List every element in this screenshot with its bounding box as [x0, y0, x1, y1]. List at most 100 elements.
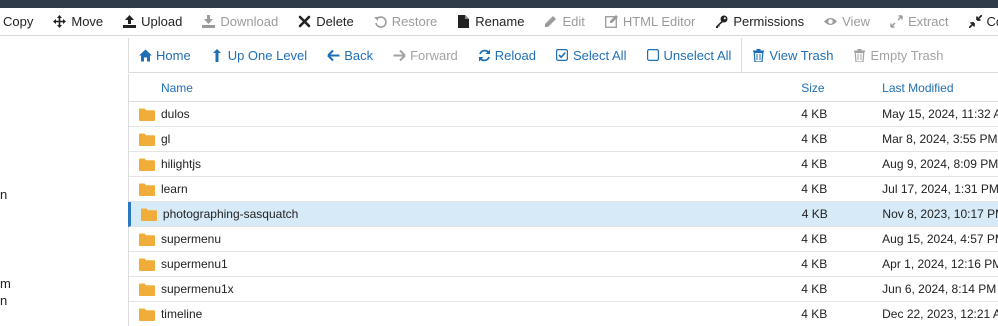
file-size-cell: 4 KB	[801, 207, 828, 221]
last-modified-cell: Apr 1, 2024, 12:16 PM	[882, 257, 998, 271]
permissions-label: Permissions	[733, 14, 805, 29]
tree-item-fragment[interactable]: m	[0, 276, 11, 291]
empty-trash-button[interactable]: Empty Trash	[843, 38, 953, 73]
view-button[interactable]: View	[814, 8, 880, 36]
home-label: Home	[156, 47, 191, 63]
reload-label: Reload	[494, 47, 536, 63]
table-body: dulos4 KBMay 15, 2024, 11:32 AMgl4 KBMar…	[128, 102, 998, 326]
select-all-button[interactable]: Select All	[546, 38, 636, 73]
table-header: Name Size Last Modified	[129, 74, 998, 102]
forward-label: Forward	[410, 47, 458, 63]
up-one-level-button[interactable]: Up One Level	[201, 38, 318, 73]
file-name-cell[interactable]: gl	[161, 132, 801, 146]
table-row[interactable]: timeline4 KB Dec 22, 2023, 12:21 AM	[129, 302, 998, 326]
upload-label: Upload	[141, 14, 183, 29]
checkbox-checked-icon	[556, 49, 569, 62]
file-name-cell[interactable]: learn	[161, 182, 801, 196]
move-button[interactable]: Move	[43, 8, 113, 36]
tree-item-fragment[interactable]: n	[0, 187, 7, 202]
navigation-bar: Home Up One Level Back Forward Reload Se…	[128, 37, 998, 73]
view-trash-label: View Trash	[769, 47, 834, 63]
compress-button[interactable]: Compress	[959, 8, 998, 36]
table-row[interactable]: learn 4 KB Jul 17, 2024, 1:31 PM	[129, 177, 998, 202]
delete-label: Delete	[316, 14, 354, 29]
last-modified-cell: Mar 8, 2024, 3:55 PM	[882, 132, 998, 146]
home-button[interactable]: Home	[129, 38, 201, 73]
edit-icon	[544, 15, 557, 28]
level-up-icon	[211, 48, 224, 62]
tree-item-fragment[interactable]: n	[0, 293, 7, 308]
file-manager-toolbar: Copy Move Upload Download Delete Restore	[0, 8, 998, 36]
folder-icon	[129, 108, 161, 121]
file-name-cell[interactable]: hilightjs	[161, 157, 801, 171]
html-editor-button[interactable]: HTML Editor	[595, 8, 705, 36]
table-row[interactable]: gl 4 KB Mar 8, 2024, 3:55 PM	[129, 127, 998, 152]
directory-tree-panel: n m n	[0, 37, 127, 326]
download-button[interactable]: Download	[192, 8, 288, 36]
last-modified-cell: Dec 22, 2023, 12:21 AM	[882, 307, 998, 321]
column-header-last-modified[interactable]: Last Modified	[882, 81, 998, 95]
folder-icon	[131, 208, 163, 221]
delete-button[interactable]: Delete	[288, 8, 364, 36]
file-size-cell: 4 KB	[801, 107, 828, 121]
rename-button[interactable]: Rename	[447, 8, 534, 36]
copy-label: Copy	[3, 14, 34, 29]
back-label: Back	[344, 47, 374, 63]
view-trash-button[interactable]: View Trash	[742, 38, 843, 73]
file-size-cell: 4 KB	[801, 132, 828, 146]
extract-label: Extract	[908, 14, 949, 29]
file-name-cell[interactable]: dulos	[161, 107, 801, 121]
folder-icon	[129, 258, 161, 271]
move-label: Move	[71, 14, 104, 29]
compress-label: Compress	[986, 14, 998, 29]
folder-icon	[129, 233, 161, 246]
forward-button[interactable]: Forward	[383, 38, 468, 73]
reload-button[interactable]: Reload	[468, 38, 546, 73]
copy-button[interactable]: Copy	[0, 8, 43, 36]
last-modified-cell: Aug 15, 2024, 4:57 PM	[882, 232, 998, 246]
upload-icon	[123, 15, 137, 28]
table-row[interactable]: supermenu1 4 KB Apr 1, 2024, 12:16 PM	[129, 252, 998, 277]
table-row[interactable]: supermenu 4 KB Aug 15, 2024, 4:57 PM	[129, 227, 998, 252]
empty-trash-label: Empty Trash	[870, 47, 944, 63]
back-button[interactable]: Back	[317, 38, 383, 73]
last-modified-cell: Nov 8, 2023, 10:17 PM	[882, 207, 998, 221]
file-name-cell[interactable]: supermenu	[161, 232, 801, 246]
edit-label: Edit	[562, 14, 585, 29]
table-row[interactable]: hilightjs 4 KB Aug 9, 2024, 8:09 PM	[129, 152, 998, 177]
file-size-cell: 4 KB	[801, 182, 828, 196]
edit-button[interactable]: Edit	[534, 8, 594, 36]
arrow-right-icon	[393, 49, 406, 62]
column-header-size[interactable]: Size	[801, 81, 882, 95]
restore-label: Restore	[391, 14, 438, 29]
file-size-cell: 4 KB	[801, 257, 828, 271]
eye-icon	[824, 15, 838, 28]
extract-button[interactable]: Extract	[880, 8, 958, 36]
last-modified-cell: Jul 17, 2024, 1:31 PM	[882, 182, 998, 196]
permissions-button[interactable]: Permissions	[705, 8, 814, 36]
up-one-level-label: Up One Level	[227, 47, 308, 63]
last-modified-cell: Jun 6, 2024, 8:14 PM	[882, 282, 997, 296]
unselect-all-label: Unselect All	[663, 47, 732, 63]
file-name-cell[interactable]: photographing-sasquatch	[163, 207, 802, 221]
table-row[interactable]: photographing-sasquatch 4 KB Nov 8, 2023, …	[128, 202, 998, 227]
file-name-cell[interactable]: supermenu1x	[161, 282, 801, 296]
unselect-all-button[interactable]: Unselect All	[636, 38, 741, 73]
restore-icon	[373, 15, 387, 28]
upload-button[interactable]: Upload	[113, 8, 192, 36]
extract-icon	[890, 15, 903, 28]
view-label: View	[842, 14, 871, 29]
checkbox-empty-icon	[646, 49, 659, 62]
file-size-cell: 4 KB	[801, 282, 828, 296]
restore-button[interactable]: Restore	[364, 8, 448, 36]
file-size-cell: 4 KB	[801, 157, 828, 171]
table-row[interactable]: supermenu1x 4 KB Jun 6, 2024, 8:14 PM	[129, 277, 998, 302]
column-header-name[interactable]: Name	[161, 81, 801, 95]
folder-icon	[129, 133, 161, 146]
file-name-cell[interactable]: supermenu1	[161, 257, 801, 271]
reload-icon	[478, 49, 491, 62]
table-row[interactable]: dulos4 KB May 15, 2024, 11:32 AM	[129, 102, 998, 127]
file-name-cell[interactable]: timeline	[161, 307, 801, 321]
download-label: Download	[220, 14, 279, 29]
trash-icon	[853, 48, 866, 62]
